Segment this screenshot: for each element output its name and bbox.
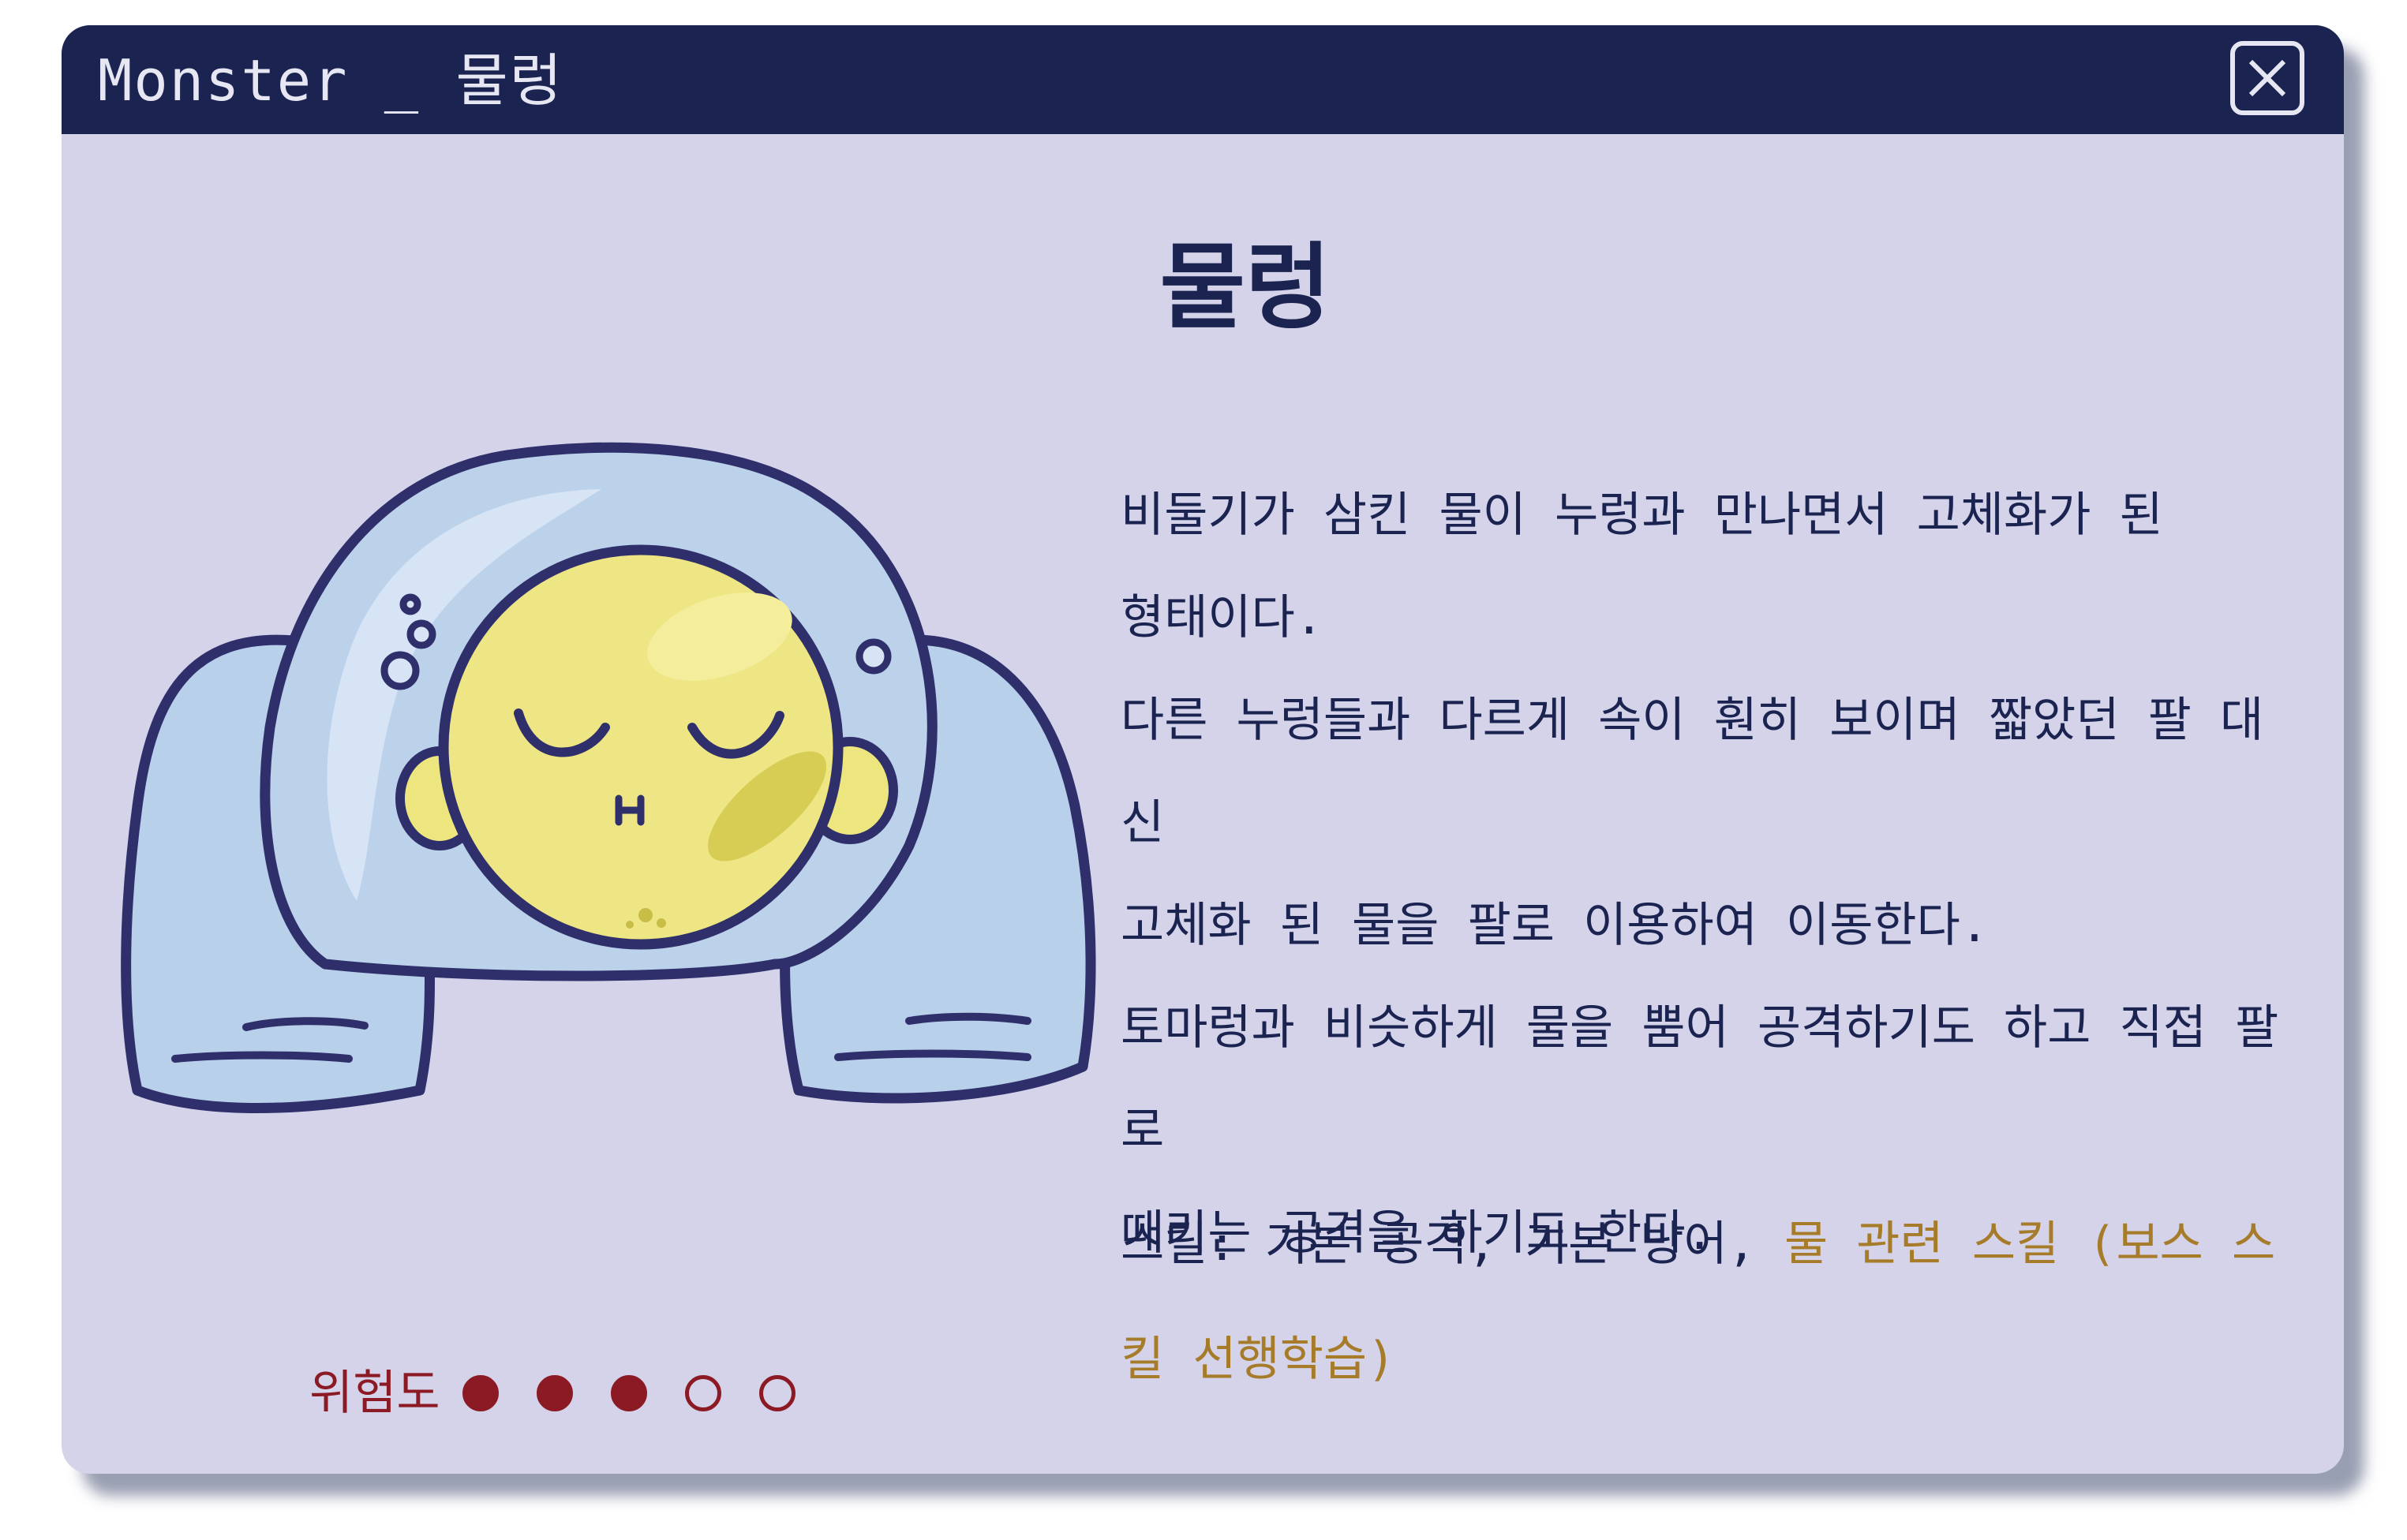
description-line: 다른 누렁들과 다르게 속이 훤히 보이며 짧았던 팔 대신 [1121, 693, 2264, 850]
danger-dot-3 [610, 1375, 647, 1411]
close-icon [2248, 59, 2286, 97]
title-bar: Monster _ 물렁 [62, 25, 2344, 134]
skills-text: 스킬: 기본 공격, 기본 방어, 물 관련 스킬 (보스 스킬 선행학습) [1121, 1187, 2304, 1417]
danger-dot-4 [684, 1375, 721, 1411]
description-line: 비둘기가 삼킨 물이 누렁과 만나면서 고체화가 된 [1121, 488, 2163, 543]
monster-window: Monster _ 물렁 물렁 비둘기가 삼킨 물이 누렁과 만나면서 고체화가… [62, 25, 2344, 1474]
monster-description: 비둘기가 삼킨 물이 누렁과 만나면서 고체화가 된 형태이다. 다른 누렁들과… [1121, 464, 2304, 1284]
danger-dot-1 [462, 1375, 499, 1411]
window-title: Monster _ 물렁 [98, 47, 563, 114]
description-line: 형태이다. [1121, 590, 1323, 645]
danger-dot-2 [536, 1375, 573, 1411]
description-line: 고체화 된 물을 팔로 이용하여 이동한다. [1121, 898, 1989, 953]
close-button[interactable] [2230, 41, 2304, 115]
danger-rating: 위험도 [309, 1362, 833, 1425]
basic-skills: 스킬: 기본 공격, 기본 방어, [1121, 1217, 1784, 1272]
danger-dot-5 [758, 1375, 795, 1411]
monster-name: 물렁 [1159, 233, 1331, 342]
danger-label: 위험도 [309, 1366, 440, 1421]
description-line: 토마렁과 비슷하게 물을 뿜어 공격하기도 하고 직접 팔로 [1121, 1000, 2279, 1158]
monster-illustration [121, 442, 1096, 1113]
